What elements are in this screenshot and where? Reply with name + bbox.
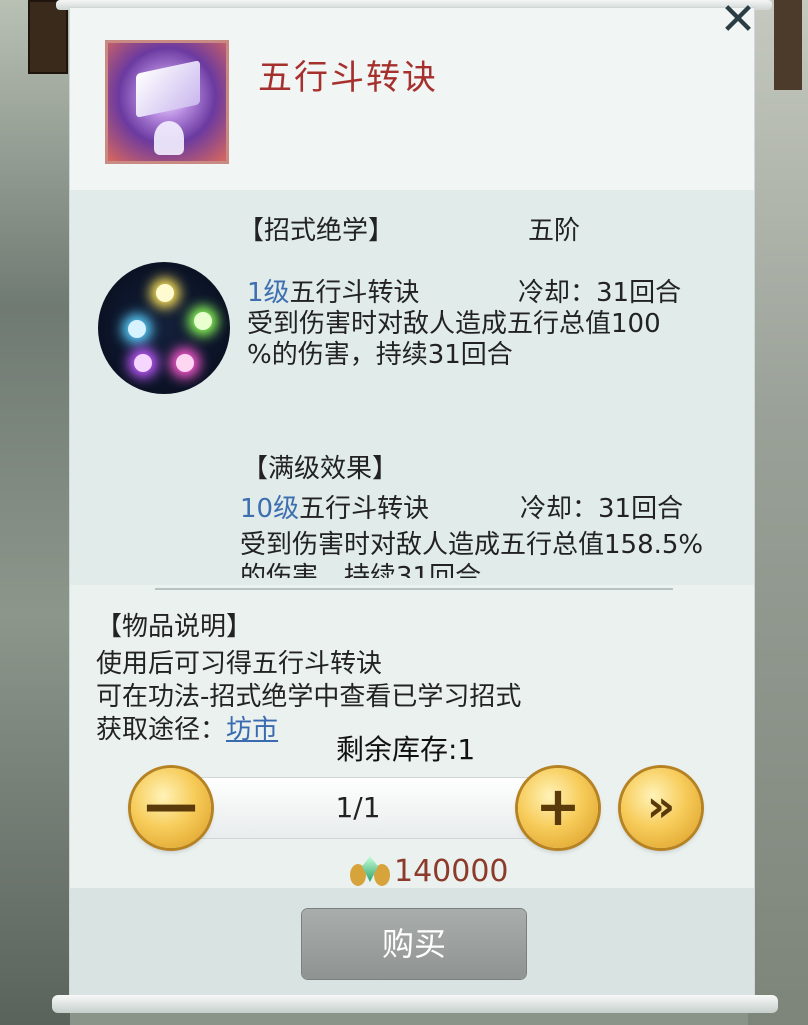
description-label: 【物品说明】 — [96, 612, 253, 642]
orb — [176, 354, 194, 372]
max-skill-cooldown: 冷却：31回合 — [520, 494, 684, 524]
orb — [134, 354, 152, 372]
scroll-bottom-rod — [52, 995, 778, 1013]
meditating-figure-shape — [154, 121, 184, 155]
skill-category-label: 【招式绝学】 — [238, 216, 395, 246]
background-pillar — [774, 0, 802, 90]
max-skill-name: 五行斗转诀 — [299, 494, 430, 524]
five-elements-orbs-icon — [98, 262, 230, 394]
buy-button[interactable]: 购买 — [302, 909, 526, 979]
close-button[interactable]: ✕ — [716, 0, 760, 42]
quantity-value: 1/1 — [335, 791, 381, 824]
max-quantity-button[interactable]: » — [621, 768, 701, 848]
acquisition-line: 获取途径：坊市 — [96, 709, 278, 746]
orb — [194, 312, 212, 330]
skill-tier: 五阶 — [528, 216, 581, 246]
max-skill-level: 10级 — [240, 494, 300, 524]
quantity-field[interactable]: 1/1 — [188, 777, 540, 839]
orb — [156, 284, 174, 302]
jade-currency-icon — [350, 852, 390, 892]
description-line1: 使用后可习得五行斗转诀 — [96, 649, 383, 679]
current-skill-desc-line2: %的伤害，持续31回合 — [247, 340, 513, 370]
max-skill-desc-line2: 的伤害，持续31回合 — [240, 562, 482, 578]
remaining-stock: 剩余库存:1 — [336, 733, 476, 766]
section-divider — [155, 588, 673, 590]
max-level-label: 【满级效果】 — [242, 454, 399, 484]
increase-quantity-button[interactable]: + — [518, 768, 598, 848]
background-signpost — [28, 0, 68, 74]
orb — [128, 320, 146, 338]
skill-book-icon — [105, 40, 229, 164]
price-amount: 140000 — [394, 854, 509, 889]
item-title: 五行斗转诀 — [258, 58, 438, 98]
market-link[interactable]: 坊市 — [226, 715, 278, 745]
description-line2: 可在功法-招式绝学中查看已学习招式 — [96, 682, 522, 712]
background-right — [748, 0, 808, 1025]
book-shape — [136, 60, 200, 118]
max-skill-line: 10级五行斗转诀 — [240, 488, 429, 525]
decrease-quantity-button[interactable]: — — [131, 768, 211, 848]
background-left — [0, 0, 70, 1025]
acquisition-prefix: 获取途径： — [96, 715, 227, 745]
